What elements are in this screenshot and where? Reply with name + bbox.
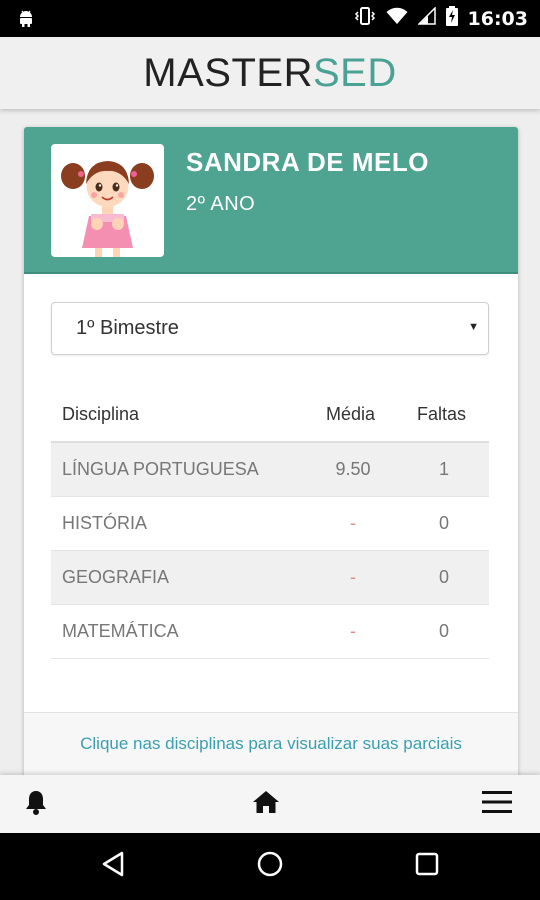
table-row[interactable]: LÍNGUA PORTUGUESA 9.50 1	[51, 443, 489, 497]
period-select[interactable]: 1º Bimestre ▼	[51, 302, 489, 355]
discipline-name: LÍNGUA PORTUGUESA	[62, 459, 259, 479]
discipline-average: -	[350, 567, 356, 587]
app-logo: MASTERSED	[143, 51, 396, 96]
discipline-name: HISTÓRIA	[62, 513, 148, 533]
system-nav-bar	[0, 833, 540, 900]
period-select-value: 1º Bimestre	[76, 317, 179, 339]
system-home-button[interactable]	[235, 833, 305, 900]
logo-text-master: MASTER	[143, 50, 313, 95]
home-circle-icon	[256, 850, 284, 883]
wifi-icon	[386, 7, 408, 30]
back-icon	[101, 851, 125, 882]
student-name: SANDRA DE MELO	[186, 147, 429, 177]
discipline-name: MATEMÁTICA	[62, 621, 179, 641]
status-time: 16:03	[467, 7, 528, 30]
discipline-name: GEOGRAFIA	[62, 567, 170, 587]
discipline-absences: 1	[438, 459, 449, 479]
grades-table: Disciplina Média Faltas LÍNGUA PORTUGUES…	[51, 387, 489, 659]
table-row[interactable]: HISTÓRIA - 0	[51, 497, 489, 551]
student-profile-header: SANDRA DE MELO 2º ANO	[24, 127, 518, 274]
recent-apps-button[interactable]	[392, 833, 462, 900]
header-absences: Faltas	[417, 404, 467, 424]
student-avatar	[51, 144, 164, 257]
notifications-button[interactable]	[6, 775, 66, 833]
header-average: Média	[326, 404, 376, 424]
vibrate-icon	[354, 6, 376, 31]
home-icon	[252, 790, 280, 819]
signal-icon	[416, 6, 436, 30]
dropdown-caret-icon: ▼	[468, 321, 479, 333]
menu-button[interactable]	[467, 775, 527, 833]
battery-icon	[445, 6, 458, 31]
menu-icon	[482, 790, 512, 819]
table-row[interactable]: MATEMÁTICA - 0	[51, 605, 489, 659]
discipline-absences: 0	[438, 513, 449, 533]
student-grade: 2º ANO	[186, 193, 256, 215]
back-button[interactable]	[78, 833, 148, 900]
bottom-nav	[0, 775, 540, 833]
home-button[interactable]	[236, 775, 296, 833]
header-discipline: Disciplina	[62, 404, 140, 424]
table-row[interactable]: GEOGRAFIA - 0	[51, 551, 489, 605]
table-header: Disciplina Média Faltas	[51, 387, 489, 443]
app-header: MASTERSED	[0, 37, 540, 109]
android-icon	[17, 8, 35, 33]
hint-text: Clique nas disciplinas para visualizar s…	[80, 734, 462, 753]
student-card: SANDRA DE MELO 2º ANO 1º Bimestre ▼ Disc…	[24, 127, 518, 807]
discipline-absences: 0	[438, 567, 449, 587]
discipline-absences: 0	[438, 621, 449, 641]
discipline-average: -	[350, 621, 356, 641]
discipline-average: 9.50	[335, 459, 371, 479]
status-bar: 16:03	[0, 0, 540, 37]
recent-apps-icon	[415, 852, 439, 881]
bell-icon	[24, 789, 48, 820]
discipline-average: -	[350, 513, 356, 533]
logo-text-sed: SED	[312, 50, 397, 95]
